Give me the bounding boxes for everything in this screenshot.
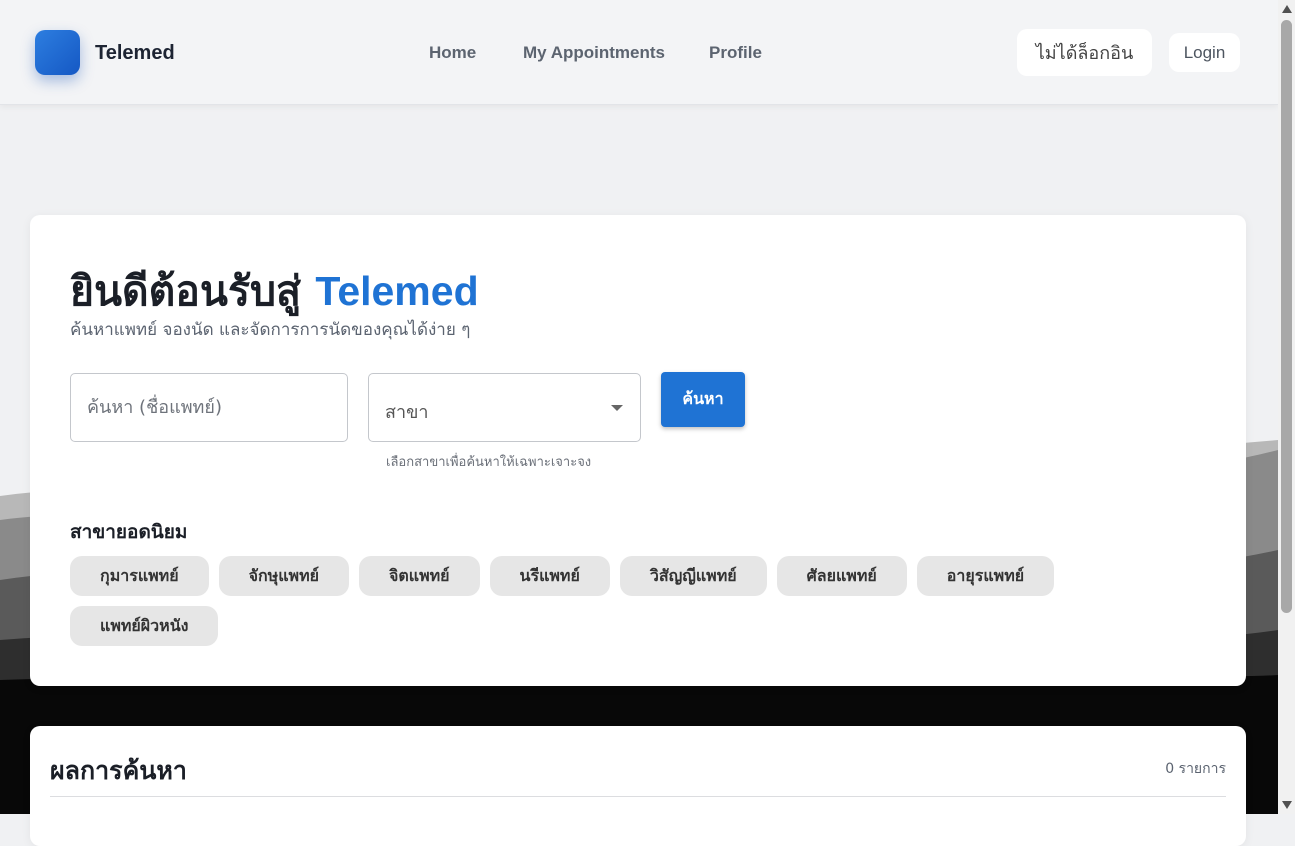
scrollbar-thumb[interactable]: [1281, 20, 1292, 613]
scroll-down-arrow-icon[interactable]: [1282, 801, 1292, 809]
specialty-chip-surgeon[interactable]: ศัลยแพทย์: [776, 556, 907, 596]
app-logo-icon[interactable]: [35, 30, 80, 75]
specialty-select[interactable]: สาขา: [368, 373, 641, 442]
hero-title-prefix: ยินดีต้อนรับสู่: [70, 267, 302, 315]
specialty-chip-anesthesiologist[interactable]: วิสัญญีแพทย์: [619, 556, 767, 596]
search-button[interactable]: ค้นหา: [661, 372, 745, 427]
popular-specialties-chips: กุมารแพทย์ จักษุแพทย์ จิตแพทย์ นรีแพทย์ …: [70, 556, 1150, 646]
specialty-select-label: สาขา: [385, 402, 429, 423]
doctor-search-input[interactable]: [70, 373, 348, 442]
vertical-scrollbar[interactable]: [1278, 0, 1295, 814]
login-button-label: Login: [1183, 42, 1226, 62]
brand-name[interactable]: Telemed: [95, 42, 175, 65]
specialty-chip-pediatrician[interactable]: กุมารแพทย์: [70, 556, 209, 596]
nav-link-home[interactable]: Home: [429, 43, 476, 63]
hero-card: ยินดีต้อนรับสู่ Telemed ค้นหาแพทย์ จองนั…: [30, 215, 1246, 686]
nav-link-my-appointments[interactable]: My Appointments: [523, 43, 665, 63]
hero-title-accent: Telemed: [315, 268, 479, 314]
results-divider: [50, 796, 1226, 797]
popular-specialties-title: สาขายอดนิยม: [70, 521, 188, 543]
results-count: 0 รายการ: [1165, 761, 1226, 777]
specialty-chip-gynecologist[interactable]: นรีแพทย์: [489, 556, 610, 596]
specialty-chip-ophthalmologist[interactable]: จักษุแพทย์: [218, 556, 349, 596]
hero-title: ยินดีต้อนรับสู่ Telemed: [70, 259, 479, 324]
specialty-chip-internist[interactable]: อายุรแพทย์: [916, 556, 1055, 596]
login-status-badge: ไม่ได้ล็อกอิน: [1017, 29, 1152, 76]
results-card: ผลการค้นหา 0 รายการ: [30, 726, 1246, 846]
navbar: Telemed Home My Appointments Profile ไม่…: [0, 0, 1278, 105]
login-status-text: ไม่ได้ล็อกอิน: [1035, 43, 1134, 64]
nav-link-profile[interactable]: Profile: [709, 43, 762, 63]
specialty-helper-text: เลือกสาขาเพื่อค้นหาให้เฉพาะเจาะจง: [386, 455, 592, 470]
hero-subtitle: ค้นหาแพทย์ จองนัด และจัดการการนัดของคุณไ…: [70, 320, 471, 340]
search-button-label: ค้นหา: [682, 389, 724, 408]
login-button[interactable]: Login: [1169, 33, 1240, 72]
results-title: ผลการค้นหา: [50, 756, 187, 785]
scroll-up-arrow-icon[interactable]: [1282, 5, 1292, 13]
specialty-chip-dermatologist[interactable]: แพทย์ผิวหนัง: [70, 606, 219, 646]
specialty-chip-psychiatrist[interactable]: จิตแพทย์: [358, 556, 480, 596]
chevron-down-icon: [611, 405, 623, 411]
